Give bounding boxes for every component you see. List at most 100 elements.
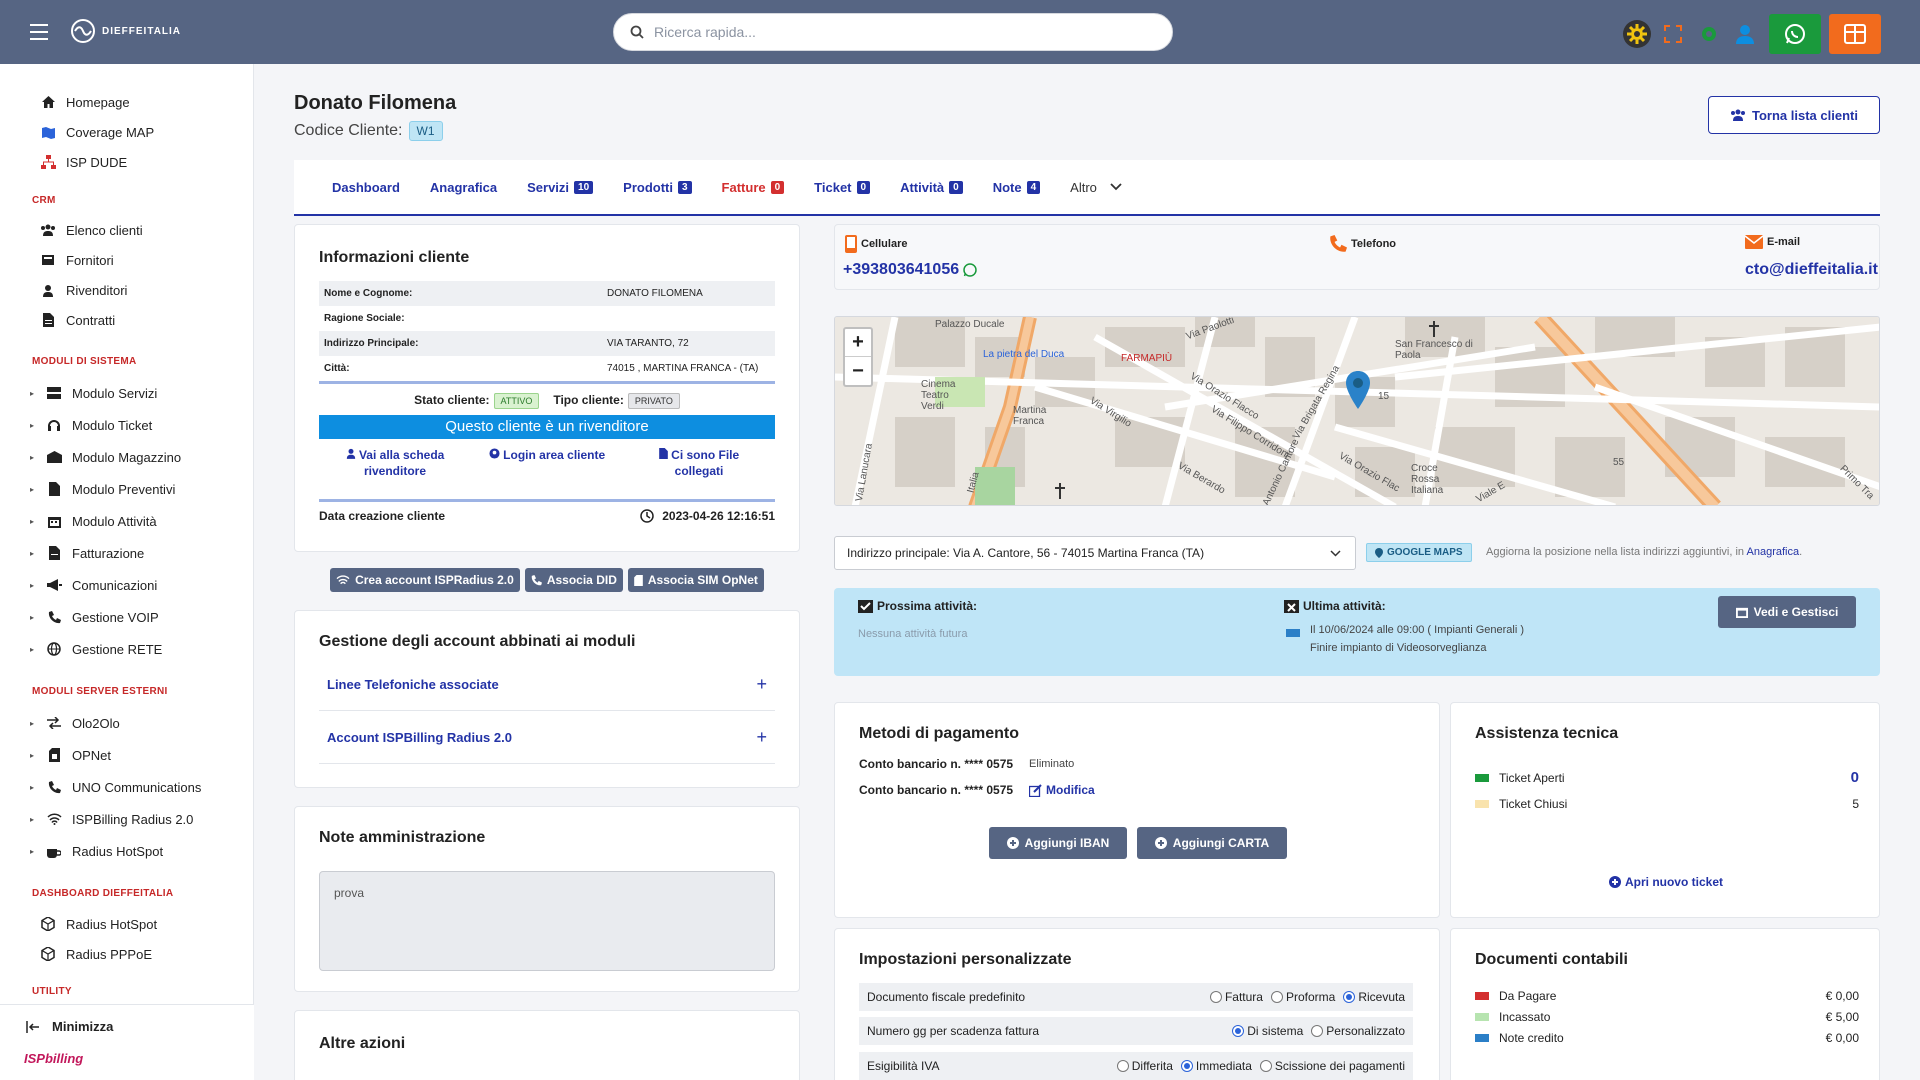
user-profile-icon[interactable] [1731, 20, 1759, 48]
radius-accounts-accordion[interactable]: Account ISPBilling Radius 2.0 + [319, 712, 775, 764]
zoom-out-button[interactable]: − [845, 357, 871, 385]
location-map[interactable]: + − La pietra del Duca Palazzo Ducale FA… [834, 316, 1880, 506]
radio-di-sistema[interactable]: Di sistema [1232, 1024, 1303, 1038]
sidebar-item-elenco-clienti[interactable]: Elenco clienti [40, 222, 143, 238]
tab-count-badge: 4 [1026, 180, 1041, 194]
radio-dot [1116, 1060, 1129, 1072]
payment-methods-title: Metodi di pagamento [859, 725, 1019, 742]
sidebar-item-gestione-voip[interactable]: ▸ Gestione VOIP [30, 609, 159, 625]
sidebar-item-rivenditori[interactable]: Rivenditori [40, 282, 127, 298]
sidebar-item-comunicazioni[interactable]: ▸ Comunicazioni [30, 577, 157, 593]
client-login-link[interactable]: Login area cliente [487, 447, 607, 479]
radio-proforma[interactable]: Proforma [1270, 990, 1335, 1004]
tab-ticket[interactable]: Ticket 0 [814, 180, 871, 195]
associate-did-button[interactable]: Associa DID [524, 568, 623, 592]
map-location-pin-icon[interactable] [1345, 371, 1371, 409]
phone-lines-accordion[interactable]: Linee Telefoniche associate + [319, 659, 775, 711]
sidebar-item-dashboard-hotspot[interactable]: Radius HotSpot [40, 916, 157, 932]
anagrafica-link[interactable]: Anagrafica [1747, 546, 1800, 558]
sidebar-item-radius-hotspot[interactable]: ▸ Radius HotSpot [30, 843, 163, 859]
tab-note[interactable]: Note 4 [993, 180, 1041, 195]
tab-fatture[interactable]: Fatture 0 [722, 180, 785, 195]
sidebar-item-modulo-servizi[interactable]: ▸ Modulo Servizi [30, 385, 157, 401]
open-new-ticket-link[interactable]: Apri nuovo ticket [1451, 875, 1881, 889]
radio-fattura[interactable]: Fattura [1209, 990, 1263, 1004]
quick-search[interactable] [613, 13, 1173, 51]
view-manage-activities-button[interactable]: Vedi e Gestisci [1718, 596, 1856, 628]
map-marker-icon [1375, 547, 1383, 558]
mobile-value-group[interactable]: +393803641056 [843, 261, 977, 279]
sidebar-item-label: Radius HotSpot [66, 916, 158, 932]
whatsapp-button[interactable] [1769, 14, 1821, 54]
sidebar-item-modulo-ticket[interactable]: ▸ Modulo Ticket [30, 417, 152, 433]
fullscreen-icon[interactable] [1659, 20, 1687, 48]
address-select[interactable]: Indirizzo principale: Via A. Cantore, 56… [834, 536, 1356, 570]
file-icon [658, 448, 668, 459]
map-label: Cinema Teatro Verdi [921, 379, 956, 412]
expand-arrow-icon: ▸ [30, 750, 35, 760]
add-card-button[interactable]: Aggiungi CARTA [1137, 827, 1287, 859]
sidebar-item-fornitori[interactable]: Fornitori [40, 252, 114, 268]
radio-personalizzato[interactable]: Personalizzato [1311, 1024, 1405, 1038]
sidebar-item-modulo-preventivi[interactable]: ▸ Modulo Preventivi [30, 481, 175, 497]
sidebar-item-isp-dude[interactable]: ISP DUDE [40, 154, 127, 170]
tab-prodotti[interactable]: Prodotti 3 [623, 180, 692, 195]
sidebar-item-opnet[interactable]: ▸ OPNet [30, 747, 111, 763]
sidebar-item-homepage[interactable]: Homepage [40, 94, 130, 110]
tab-altro-dropdown[interactable]: Altro [1070, 180, 1122, 195]
zoom-in-button[interactable]: + [845, 329, 871, 357]
sidebar-item-contratti[interactable]: Contratti [40, 312, 115, 328]
sidebar-item-gestione-rete[interactable]: ▸ Gestione RETE [30, 641, 162, 657]
reseller-profile-link[interactable]: Vai alla scheda rivenditore [335, 447, 455, 479]
apps-grid-button[interactable] [1829, 14, 1881, 54]
sidebar-item-ispbilling-radius[interactable]: ▸ ISPBilling Radius 2.0 [30, 811, 193, 827]
settings-gear-icon[interactable] [1623, 20, 1651, 48]
closed-tickets-row[interactable]: Ticket Chiusi 5 [1475, 797, 1859, 811]
email-value[interactable]: cto@dieffeitalia.it [1745, 261, 1878, 279]
radio-differita[interactable]: Differita [1116, 1059, 1173, 1073]
search-input[interactable] [654, 24, 1134, 40]
open-tickets-row[interactable]: Ticket Aperti 0 [1475, 769, 1859, 786]
mobile-label-group: Cellulare [845, 235, 907, 253]
calendar-x-icon [1284, 600, 1299, 613]
payment-method-row: Conto bancario n. **** 0575 Eliminato [859, 757, 1074, 771]
sidebar-item-dashboard-pppoe[interactable]: Radius PPPoE [40, 946, 152, 962]
sidebar-item-modulo-attivita[interactable]: ▸ Modulo Attività [30, 513, 157, 529]
admin-notes-textarea[interactable]: prova [319, 871, 775, 971]
client-code-label: Codice Cliente: [294, 122, 403, 139]
radio-ricevuta[interactable]: Ricevuta [1343, 990, 1405, 1004]
google-maps-button[interactable]: GOOGLE MAPS [1366, 543, 1472, 562]
associate-sim-button[interactable]: Associa SIM OpNet [627, 568, 764, 592]
hamburger-menu-icon[interactable] [30, 21, 54, 43]
sidebar-item-fatturazione[interactable]: ▸ Fatturazione [30, 545, 144, 561]
accounting-docs-title: Documenti contabili [1475, 951, 1628, 968]
green-gear-icon[interactable] [1695, 20, 1723, 48]
back-to-clients-button[interactable]: Torna lista clienti [1708, 96, 1880, 134]
activities-panel: Prossima attività: Nessuna attività futu… [834, 588, 1880, 676]
sidebar-item-uno-communications[interactable]: ▸ UNO Communications [30, 779, 201, 795]
radio-label: Di sistema [1247, 1024, 1304, 1038]
tab-attivita[interactable]: Attività 0 [900, 180, 963, 195]
tab-servizi[interactable]: Servizi 10 [527, 180, 594, 195]
expand-arrow-icon: ▸ [30, 846, 35, 856]
tab-dashboard[interactable]: Dashboard [332, 180, 400, 195]
create-radius-account-button[interactable]: Crea account ISPRadius 2.0 [330, 568, 520, 592]
sidebar-item-modulo-magazzino[interactable]: ▸ Modulo Magazzino [30, 449, 181, 465]
radio-scissione[interactable]: Scissione dei pagamenti [1259, 1059, 1405, 1073]
sidebar-item-olo2olo[interactable]: ▸ Olo2Olo [30, 715, 120, 731]
edit-payment-link[interactable]: Modifica [1029, 783, 1095, 797]
tab-anagrafica[interactable]: Anagrafica [430, 180, 497, 195]
sidebar-item-label: Homepage [66, 94, 130, 110]
client-code: Codice Cliente: W1 [294, 121, 443, 141]
minimize-sidebar-button[interactable]: Minimizza [26, 1019, 113, 1034]
radio-immediata[interactable]: Immediata [1180, 1059, 1252, 1073]
app-logo[interactable]: DIEFFEITALIA [70, 18, 181, 44]
calendar-icon [46, 513, 62, 529]
client-code-badge: W1 [408, 121, 443, 141]
tech-support-title: Assistenza tecnica [1475, 725, 1619, 742]
sidebar-item-coverage-map[interactable]: Coverage MAP [40, 124, 154, 140]
whatsapp-icon[interactable] [963, 263, 977, 277]
add-iban-button[interactable]: Aggiungi IBAN [989, 827, 1127, 859]
church-cross-icon [1055, 483, 1065, 499]
linked-files-link[interactable]: Ci sono File collegati [639, 447, 759, 479]
